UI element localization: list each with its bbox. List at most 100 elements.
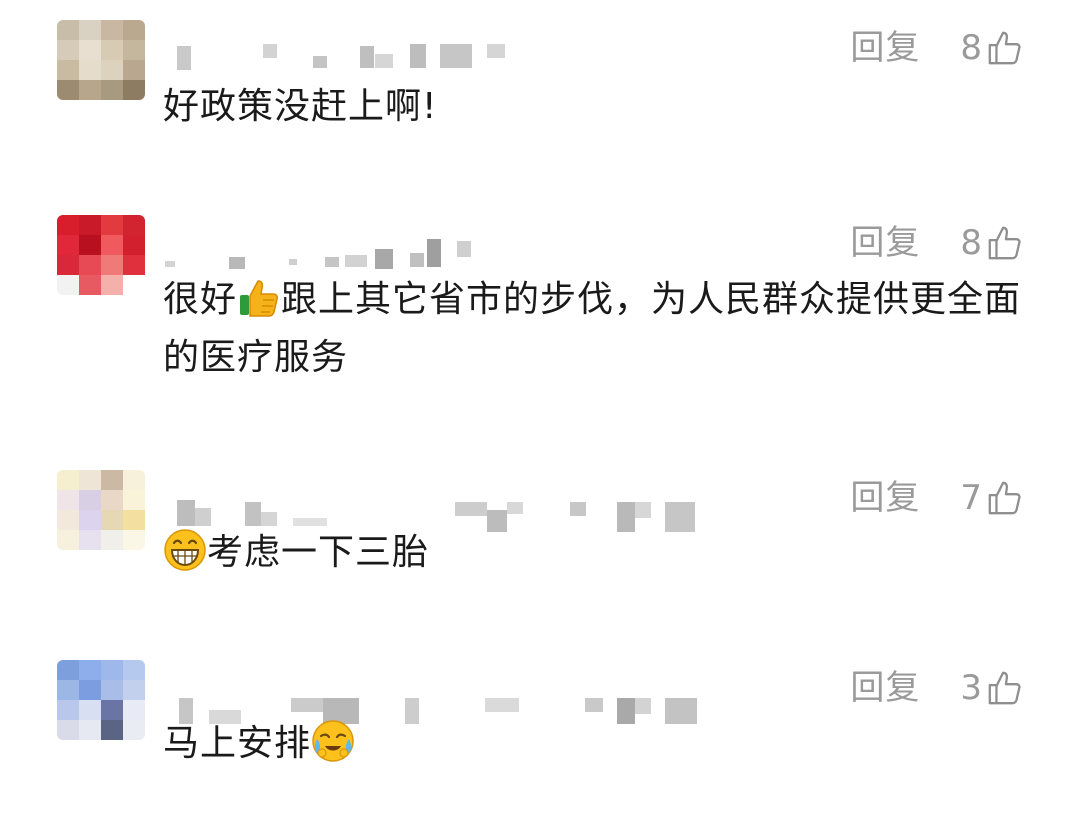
- reply-button[interactable]: 回复: [850, 476, 920, 520]
- avatar-pixel: [79, 660, 101, 680]
- username-blurred[interactable]: [165, 490, 695, 532]
- comment-body-end: 跟上其它省市的步伐，为人民群众提供更全面的医疗服务: [163, 279, 1022, 378]
- avatar-pixel: [79, 510, 101, 530]
- avatar-pixel: [101, 60, 123, 80]
- avatar-pixel: [57, 275, 79, 295]
- avatar-pixel: [101, 40, 123, 60]
- avatar-pixel: [101, 215, 123, 235]
- avatar-pixel: [57, 60, 79, 80]
- avatar-pixel: [101, 255, 123, 275]
- avatar-pixel: [123, 255, 145, 275]
- avatar[interactable]: [57, 660, 145, 740]
- username-blurred[interactable]: [165, 235, 525, 269]
- comment-actions: 回复 8: [850, 26, 1024, 70]
- avatar-pixel: [101, 680, 123, 700]
- avatar-pixel: [79, 80, 101, 100]
- thumbs-up-icon[interactable]: [986, 479, 1024, 517]
- comment-body: 马上安排: [163, 723, 312, 764]
- avatar-pixel: [123, 470, 145, 490]
- avatar-pixel: [79, 680, 101, 700]
- grinning-face-emoji-icon: [163, 528, 207, 572]
- like-count: 8: [960, 223, 982, 263]
- avatar-pixel: [57, 80, 79, 100]
- avatar-pixel: [123, 720, 145, 740]
- thumbs-up-icon[interactable]: [986, 29, 1024, 67]
- avatar-pixel: [79, 720, 101, 740]
- comment-text: 马上安排: [163, 715, 1033, 773]
- avatar-pixel: [101, 20, 123, 40]
- avatar[interactable]: [57, 215, 145, 295]
- avatar-pixel: [123, 40, 145, 60]
- avatar-pixel: [101, 530, 123, 550]
- reply-button[interactable]: 回复: [850, 26, 920, 70]
- avatar-pixel: [101, 720, 123, 740]
- comment-body-start: 很好: [163, 279, 238, 320]
- avatar-pixel: [101, 275, 123, 295]
- avatar-pixel: [57, 660, 79, 680]
- avatar-pixel: [79, 235, 101, 255]
- avatar-pixel: [79, 700, 101, 720]
- avatar-pixel: [57, 215, 79, 235]
- avatar-pixel: [79, 60, 101, 80]
- reply-button[interactable]: 回复: [850, 666, 920, 710]
- avatar-pixel: [123, 700, 145, 720]
- avatar-pixel: [57, 470, 79, 490]
- comment-text: 考虑一下三胎: [163, 524, 1033, 582]
- thumbs-up-emoji-icon: [237, 275, 281, 319]
- avatar-pixel: [79, 470, 101, 490]
- comment-text: 好政策没赶上啊!: [163, 78, 1033, 136]
- avatar-pixel: [79, 215, 101, 235]
- avatar-pixel: [123, 660, 145, 680]
- comment-actions: 回复 7: [850, 476, 1024, 520]
- avatar-pixel: [57, 20, 79, 40]
- thumbs-up-icon[interactable]: [986, 669, 1024, 707]
- avatar-pixel: [101, 510, 123, 530]
- avatar-pixel: [123, 215, 145, 235]
- avatar-pixel: [123, 275, 145, 295]
- username-blurred[interactable]: [165, 680, 697, 724]
- avatar-pixel: [123, 530, 145, 550]
- like-count: 3: [960, 668, 982, 708]
- avatar-pixel: [123, 235, 145, 255]
- avatar[interactable]: [57, 470, 145, 550]
- like-count: 7: [960, 478, 982, 518]
- avatar-pixel: [57, 255, 79, 275]
- avatar-pixel: [101, 80, 123, 100]
- reply-button[interactable]: 回复: [850, 221, 920, 265]
- avatar-pixel: [123, 680, 145, 700]
- avatar-pixel: [57, 510, 79, 530]
- comment-actions: 回复 8: [850, 221, 1024, 265]
- avatar-pixel: [123, 80, 145, 100]
- avatar-pixel: [123, 510, 145, 530]
- avatar-pixel: [101, 700, 123, 720]
- avatar-pixel: [79, 490, 101, 510]
- comment-text: 很好 跟上其它省市的步伐，为人民群众提供更全面的医疗服务: [163, 271, 1033, 387]
- avatar-pixel: [79, 530, 101, 550]
- like-count: 8: [960, 28, 982, 68]
- avatar-pixel: [79, 40, 101, 60]
- avatar-pixel: [123, 490, 145, 510]
- avatar[interactable]: [57, 20, 145, 100]
- username-blurred[interactable]: [165, 40, 525, 70]
- avatar-pixel: [101, 660, 123, 680]
- avatar-pixel: [123, 20, 145, 40]
- avatar-pixel: [79, 255, 101, 275]
- avatar-pixel: [57, 680, 79, 700]
- avatar-pixel: [79, 275, 101, 295]
- comment-body: 好政策没赶上啊!: [163, 86, 438, 127]
- avatar-pixel: [57, 700, 79, 720]
- crying-face-emoji-icon: [311, 719, 355, 763]
- avatar-pixel: [57, 530, 79, 550]
- avatar-pixel: [57, 720, 79, 740]
- comment-actions: 回复 3: [850, 666, 1024, 710]
- avatar-pixel: [101, 235, 123, 255]
- avatar-pixel: [79, 20, 101, 40]
- avatar-pixel: [57, 40, 79, 60]
- avatar-pixel: [101, 470, 123, 490]
- avatar-pixel: [123, 60, 145, 80]
- thumbs-up-icon[interactable]: [986, 224, 1024, 262]
- avatar-pixel: [57, 235, 79, 255]
- avatar-pixel: [101, 490, 123, 510]
- avatar-pixel: [57, 490, 79, 510]
- comment-body: 考虑一下三胎: [207, 532, 430, 573]
